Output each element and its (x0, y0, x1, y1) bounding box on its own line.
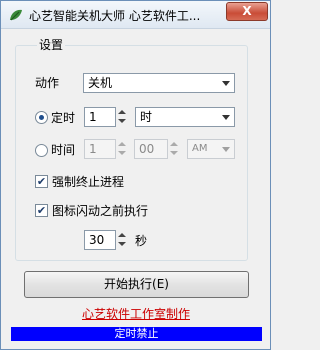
flash-unit-label: 秒 (135, 234, 148, 248)
title-bar[interactable]: 心艺智能关机大师 心艺软件工... X (1, 1, 270, 29)
time-hour-spinner[interactable] (117, 139, 127, 159)
timer-spinner[interactable] (117, 107, 127, 127)
chevron-down-icon (222, 147, 230, 152)
app-leaf-icon (8, 7, 24, 23)
settings-group-label: 设置 (37, 38, 66, 53)
chevron-down-icon (222, 81, 230, 86)
spin-up-icon[interactable] (118, 110, 126, 114)
time-ampm-select[interactable]: AM (187, 139, 235, 159)
spin-down-icon[interactable] (118, 151, 126, 155)
force-kill-checkbox[interactable]: ✔ (35, 175, 48, 188)
spin-up-icon[interactable] (118, 142, 126, 146)
time-hour-input[interactable]: 1 (84, 139, 116, 159)
flash-seconds-spinner[interactable] (117, 230, 127, 250)
time-ampm-value: AM (192, 143, 208, 154)
timer-radio[interactable] (35, 111, 48, 124)
time-minute-spinner[interactable] (169, 139, 179, 159)
spin-up-icon[interactable] (170, 142, 178, 146)
flash-checkbox[interactable]: ✔ (35, 204, 48, 217)
start-button[interactable]: 开始执行(E) (24, 271, 249, 298)
spin-down-icon[interactable] (118, 242, 126, 246)
action-select[interactable]: 关机 (83, 73, 235, 93)
status-bar: 定时禁止 (11, 327, 262, 341)
spin-down-icon[interactable] (118, 119, 126, 123)
studio-link[interactable]: 心艺软件工作室制作 (61, 305, 211, 322)
timer-input[interactable]: 1 (84, 107, 116, 127)
flash-seconds-input[interactable]: 30 (84, 230, 116, 250)
flash-label: 图标闪动之前执行 (52, 204, 149, 218)
time-minute-input[interactable]: 00 (134, 139, 168, 159)
chevron-down-icon (222, 115, 230, 120)
spin-down-icon[interactable] (170, 151, 178, 155)
action-select-value: 关机 (88, 76, 113, 90)
timer-unit-value: 时 (140, 110, 153, 124)
spin-up-icon[interactable] (118, 233, 126, 237)
app-window: 心艺智能关机大师 心艺软件工... X 设置 动作 关机 定时 1 时 时间 1… (0, 0, 271, 350)
timer-unit-select[interactable]: 时 (135, 107, 235, 127)
close-button[interactable]: X (226, 2, 268, 21)
timer-label: 定时 (51, 111, 76, 125)
time-radio[interactable] (35, 144, 48, 157)
action-label: 动作 (35, 76, 60, 90)
time-label: 时间 (51, 143, 76, 157)
window-title: 心艺智能关机大师 心艺软件工... (29, 9, 201, 23)
force-kill-label: 强制终止进程 (52, 175, 125, 189)
